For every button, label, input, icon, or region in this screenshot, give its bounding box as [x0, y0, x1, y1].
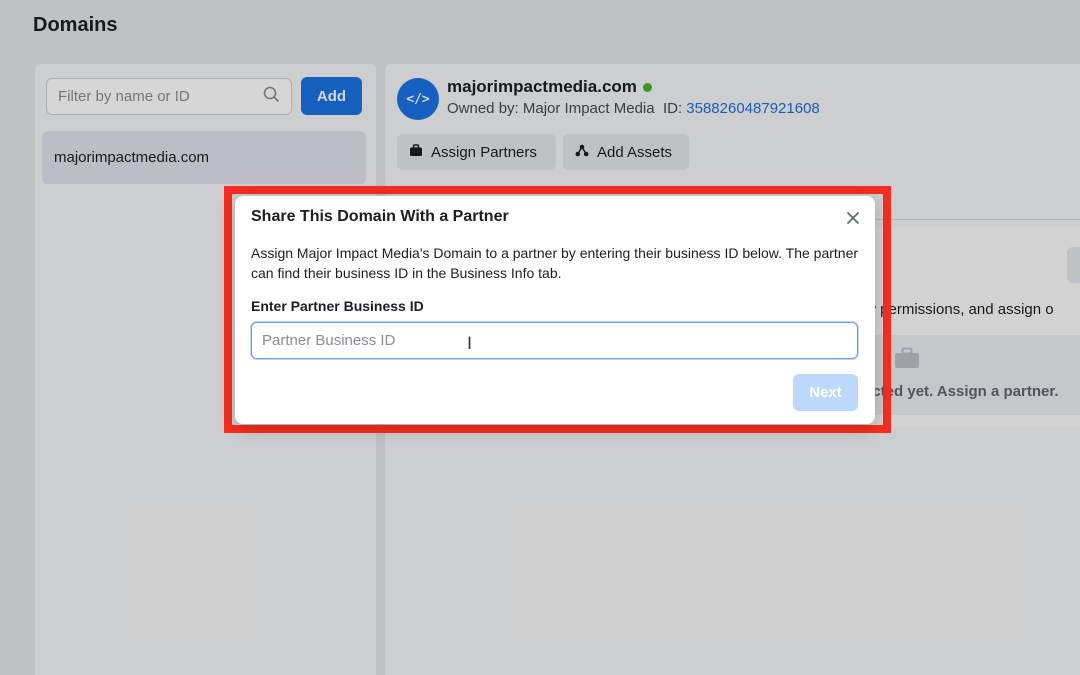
share-domain-dialog: Share This Domain With a Partner Assign …	[235, 196, 875, 424]
dialog-description: Assign Major Impact Media's Domain to a …	[251, 245, 859, 281]
next-button[interactable]: Next	[793, 374, 858, 411]
partner-id-label: Enter Partner Business ID	[251, 298, 424, 314]
partner-business-id-input[interactable]	[251, 322, 858, 359]
dialog-title: Share This Domain With a Partner	[251, 208, 509, 225]
text-cursor-icon: I	[467, 334, 473, 354]
close-icon	[846, 211, 860, 225]
close-button[interactable]	[841, 206, 865, 230]
